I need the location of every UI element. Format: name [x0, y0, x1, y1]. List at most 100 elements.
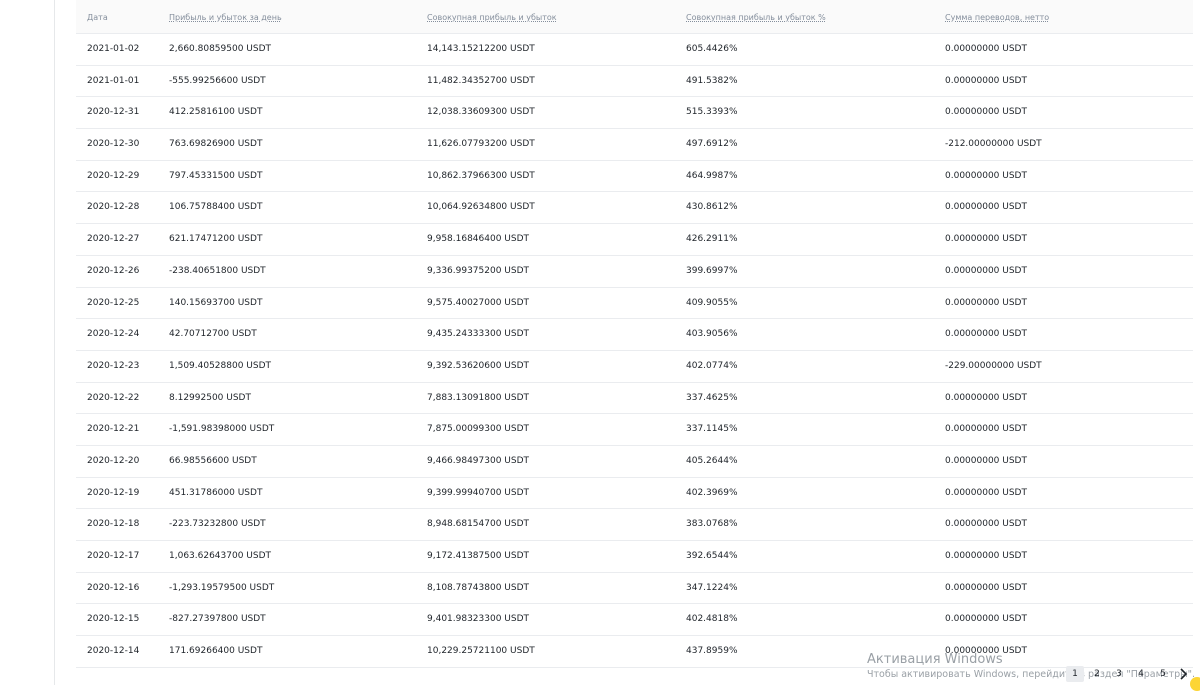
row-daily-pnl: 412.25816100 USDT	[169, 107, 263, 118]
row-net-transfer: 0.00000000 USDT	[945, 44, 1027, 54]
row-date: 2020-12-22	[87, 392, 140, 403]
table-row: 2021-01-01 -555.99256600 USDT 11,482.34352…	[76, 66, 1193, 98]
row-date: 2020-12-24	[87, 329, 140, 340]
row-cumulative-pnl-pct: 497.6912%	[686, 139, 738, 150]
row-cumulative-pnl-pct: 402.4818%	[686, 614, 738, 625]
row-cumulative-pnl-pct: 437.8959%	[686, 646, 738, 657]
row-net-transfer: 0.00000000 USDT	[945, 519, 1027, 530]
row-net-transfer: 0.00000000 USDT	[945, 551, 1027, 561]
row-cumulative-pnl-pct: 392.6544%	[686, 551, 738, 561]
row-net-transfer: -229.00000000 USDT	[945, 360, 1042, 371]
row-daily-pnl: 42.70712700 USDT	[169, 329, 257, 340]
table-row: 2020-12-14 171.69266400 USDT 10,229.257211…	[76, 636, 1193, 668]
row-net-transfer: 0.00000000 USDT	[945, 107, 1027, 118]
page-1[interactable]: 1	[1066, 666, 1084, 682]
table-row: 2020-12-25 140.15693700 USDT 9,575.4002700…	[76, 288, 1193, 320]
header-daily-pnl[interactable]: Прибыль и убыток за день	[169, 13, 282, 22]
row-date: 2020-12-14	[87, 646, 140, 657]
row-daily-pnl: 171.69266400 USDT	[169, 646, 263, 657]
row-daily-pnl: 8.12992500 USDT	[169, 392, 251, 403]
row-cumulative-pnl-pct: 515.3393%	[686, 107, 738, 118]
row-cumulative-pnl-pct: 403.9056%	[686, 329, 738, 340]
table-header: Дата Прибыль и убыток за день Совокупная…	[76, 0, 1193, 34]
page-3[interactable]: 3	[1110, 666, 1128, 682]
table-row: 2020-12-17 1,063.62643700 USDT 9,172.41387…	[76, 541, 1193, 573]
row-daily-pnl: -223.73232800 USDT	[169, 519, 266, 530]
row-cumulative-pnl: 9,172.41387500 USDT	[427, 551, 530, 561]
row-net-transfer: 0.00000000 USDT	[945, 170, 1027, 181]
row-cumulative-pnl-pct: 347.1224%	[686, 582, 738, 593]
row-date: 2020-12-20	[87, 455, 140, 466]
header-net-transfer[interactable]: Сумма переводов, нетто	[945, 13, 1049, 22]
row-net-transfer: 0.00000000 USDT	[945, 487, 1027, 498]
row-date: 2020-12-28	[87, 202, 140, 213]
row-cumulative-pnl: 8,948.68154700 USDT	[427, 519, 530, 530]
row-date: 2020-12-23	[87, 360, 140, 371]
row-net-transfer: 0.00000000 USDT	[945, 455, 1027, 466]
row-cumulative-pnl: 12,038.33609300 USDT	[427, 107, 535, 118]
row-daily-pnl: 451.31786000 USDT	[169, 487, 263, 498]
header-date: Дата	[87, 13, 108, 22]
row-cumulative-pnl: 9,401.98323300 USDT	[427, 614, 530, 625]
table-row: 2020-12-19 451.31786000 USDT 9,399.9994070…	[76, 478, 1193, 510]
row-date: 2020-12-15	[87, 614, 140, 625]
row-cumulative-pnl-pct: 464.9987%	[686, 170, 738, 181]
row-cumulative-pnl: 14,143.15212200 USDT	[427, 44, 535, 54]
table-row: 2020-12-26 -238.40651800 USDT 9,336.993752…	[76, 256, 1193, 288]
row-date: 2020-12-16	[87, 582, 140, 593]
row-cumulative-pnl-pct: 402.3969%	[686, 487, 738, 498]
row-date: 2020-12-26	[87, 265, 140, 276]
row-net-transfer: 0.00000000 USDT	[945, 424, 1027, 435]
row-cumulative-pnl: 9,392.53620600 USDT	[427, 360, 530, 371]
row-cumulative-pnl-pct: 337.1145%	[686, 424, 738, 435]
left-sidebar	[0, 0, 55, 685]
row-cumulative-pnl: 7,883.13091800 USDT	[427, 392, 530, 403]
row-cumulative-pnl-pct: 426.2911%	[686, 234, 738, 245]
table-row: 2020-12-23 1,509.40528800 USDT 9,392.53620…	[76, 351, 1193, 383]
row-cumulative-pnl-pct: 409.9055%	[686, 297, 738, 308]
table-row: 2020-12-16 -1,293.19579500 USDT 8,108.7874…	[76, 573, 1193, 605]
row-cumulative-pnl-pct: 383.0768%	[686, 519, 738, 530]
row-cumulative-pnl-pct: 491.5382%	[686, 75, 738, 86]
row-cumulative-pnl: 11,626.07793200 USDT	[427, 139, 535, 150]
page-2[interactable]: 2	[1088, 666, 1106, 682]
row-net-transfer: 0.00000000 USDT	[945, 202, 1027, 213]
row-net-transfer: 0.00000000 USDT	[945, 614, 1027, 625]
row-date: 2020-12-30	[87, 139, 140, 150]
row-daily-pnl: -1,293.19579500 USDT	[169, 582, 275, 593]
chevron-right-icon[interactable]	[1176, 666, 1190, 682]
row-net-transfer: 0.00000000 USDT	[945, 329, 1027, 340]
page-4[interactable]: 4	[1132, 666, 1150, 682]
row-daily-pnl: 1,063.62643700 USDT	[169, 551, 272, 561]
pagination: 1 2 3 4 5	[1066, 666, 1190, 682]
row-daily-pnl: 2,660.80859500 USDT	[169, 44, 272, 54]
row-cumulative-pnl: 9,336.99375200 USDT	[427, 265, 530, 276]
row-net-transfer: 0.00000000 USDT	[945, 265, 1027, 276]
row-cumulative-pnl-pct: 402.0774%	[686, 360, 738, 371]
header-cumulative-pnl-pct[interactable]: Совокупная прибыль и убыток %	[686, 13, 826, 22]
row-daily-pnl: -827.27397800 USDT	[169, 614, 266, 625]
header-cumulative-pnl[interactable]: Совокупная прибыль и убыток	[427, 13, 557, 22]
table-row: 2020-12-18 -223.73232800 USDT 8,948.681547…	[76, 509, 1193, 541]
page-5[interactable]: 5	[1154, 666, 1172, 682]
row-net-transfer: 0.00000000 USDT	[945, 392, 1027, 403]
row-cumulative-pnl: 10,064.92634800 USDT	[427, 202, 535, 213]
row-cumulative-pnl: 10,862.37966300 USDT	[427, 170, 535, 181]
table-row: 2021-01-02 2,660.80859500 USDT 14,143.1521…	[76, 34, 1193, 66]
row-cumulative-pnl: 9,958.16846400 USDT	[427, 234, 530, 245]
row-daily-pnl: 763.69826900 USDT	[169, 139, 263, 150]
row-cumulative-pnl: 9,399.99940700 USDT	[427, 487, 530, 498]
row-net-transfer: -212.00000000 USDT	[945, 139, 1042, 150]
row-cumulative-pnl-pct: 399.6997%	[686, 265, 738, 276]
row-cumulative-pnl-pct: 405.2644%	[686, 455, 738, 466]
row-cumulative-pnl: 9,575.40027000 USDT	[427, 297, 530, 308]
table-row: 2020-12-21 -1,591.98398000 USDT 7,875.0009…	[76, 414, 1193, 446]
row-cumulative-pnl: 9,466.98497300 USDT	[427, 455, 530, 466]
row-net-transfer: 0.00000000 USDT	[945, 234, 1027, 245]
table-row: 2020-12-22 8.12992500 USDT 7,883.13091800 …	[76, 383, 1193, 415]
row-date: 2020-12-18	[87, 519, 140, 530]
row-date: 2020-12-21	[87, 424, 140, 435]
row-date: 2020-12-25	[87, 297, 140, 308]
corner-badge	[1190, 677, 1200, 691]
row-daily-pnl: 1,509.40528800 USDT	[169, 360, 272, 371]
